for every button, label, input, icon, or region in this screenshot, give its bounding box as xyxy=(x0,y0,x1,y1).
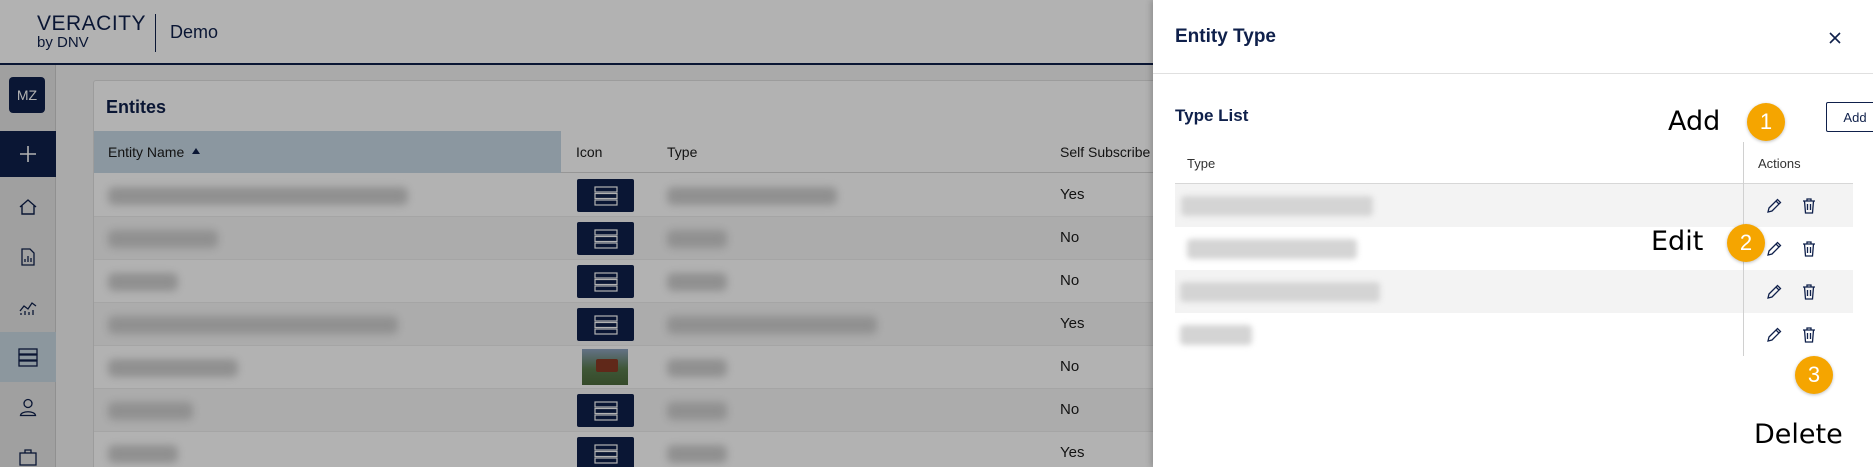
pencil-icon xyxy=(1767,198,1782,213)
add-type-button[interactable]: Add xyxy=(1826,102,1873,132)
edit-button[interactable] xyxy=(1762,323,1786,347)
callout-badge-3: 3 xyxy=(1795,356,1833,394)
pencil-icon xyxy=(1767,241,1782,256)
modal-backdrop[interactable] xyxy=(0,0,1153,467)
close-icon xyxy=(1829,32,1841,44)
delete-button[interactable] xyxy=(1797,237,1821,261)
callout-add-label: Add xyxy=(1668,106,1721,137)
drawer-header: Entity Type xyxy=(1153,0,1873,74)
delete-button[interactable] xyxy=(1797,280,1821,304)
close-button[interactable] xyxy=(1823,26,1847,50)
entity-type-drawer: Entity Type Type List Add Type Actions xyxy=(1153,0,1873,467)
pencil-icon xyxy=(1767,327,1782,342)
redacted-type-name xyxy=(1180,282,1380,302)
edit-button[interactable] xyxy=(1762,280,1786,304)
redacted-type-name xyxy=(1181,196,1373,216)
edit-button[interactable] xyxy=(1762,194,1786,218)
callout-delete-label: Delete xyxy=(1754,419,1843,450)
type-list-header: Type Actions xyxy=(1175,142,1853,184)
type-row xyxy=(1175,313,1853,356)
redacted-type-name xyxy=(1187,239,1357,259)
column-header-actions: Actions xyxy=(1758,156,1801,171)
callout-badge-2: 2 xyxy=(1727,224,1765,262)
callout-badge-1: 1 xyxy=(1747,103,1785,141)
column-header-type: Type xyxy=(1187,156,1216,171)
type-row xyxy=(1175,270,1853,313)
redacted-type-name xyxy=(1180,325,1252,345)
delete-button[interactable] xyxy=(1797,194,1821,218)
delete-button[interactable] xyxy=(1797,323,1821,347)
trash-icon xyxy=(1803,327,1815,343)
trash-icon xyxy=(1803,198,1815,214)
trash-icon xyxy=(1803,241,1815,257)
type-list-title: Type List xyxy=(1175,106,1249,125)
type-row xyxy=(1175,184,1853,227)
pencil-icon xyxy=(1767,284,1782,299)
edit-button[interactable] xyxy=(1762,237,1786,261)
callout-edit-label: Edit xyxy=(1651,226,1704,257)
drawer-title: Entity Type xyxy=(1175,26,1276,47)
trash-icon xyxy=(1803,284,1815,300)
